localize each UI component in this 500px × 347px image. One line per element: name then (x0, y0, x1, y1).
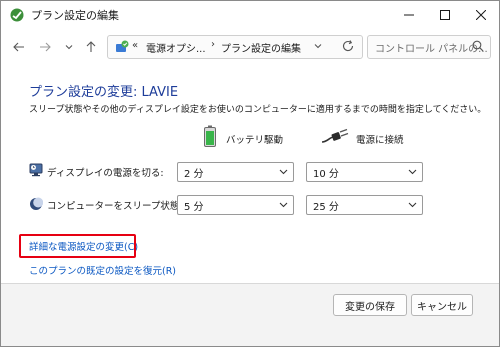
power-options-icon (10, 8, 24, 22)
arrow-right-icon (40, 42, 51, 52)
selected-value: 25 分 (313, 202, 339, 213)
chevron-down-icon (279, 169, 288, 175)
chevron-down-icon (408, 202, 417, 208)
page-title: プラン設定の変更: LAVIE (29, 85, 179, 100)
display-off-plugged-select[interactable]: 10 分 (306, 162, 423, 182)
restore-defaults-link[interactable]: このプランの既定の設定を復元(R) (29, 263, 176, 277)
breadcrumb-power-options[interactable]: 電源オプシ... (146, 40, 206, 55)
arrow-up-icon (86, 41, 96, 52)
sleep-battery-select[interactable]: 5 分 (177, 195, 294, 215)
chevron-down-icon (65, 45, 73, 50)
close-button[interactable] (463, 1, 499, 29)
breadcrumb-separator[interactable]: › (211, 39, 215, 50)
title-bar: プラン設定の編集 (1, 1, 499, 29)
back-button[interactable] (11, 39, 27, 55)
selected-value: 2 分 (184, 169, 204, 180)
up-button[interactable] (83, 39, 99, 55)
minimize-icon (404, 14, 414, 16)
forward-button[interactable] (37, 39, 53, 55)
selected-value: 10 分 (313, 169, 339, 180)
battery-icon (204, 125, 216, 147)
monitor-icon (29, 163, 43, 177)
moon-icon (30, 197, 43, 210)
breadcrumb-edit-plan[interactable]: プラン設定の編集 (221, 40, 301, 55)
selected-value: 5 分 (184, 202, 204, 213)
chevron-down-icon (279, 202, 288, 208)
arrow-left-icon (13, 42, 24, 52)
address-overflow[interactable]: « (132, 40, 138, 51)
maximize-icon (440, 10, 450, 20)
close-icon (476, 10, 486, 20)
search-box[interactable]: コントロール パネルの... (367, 35, 491, 59)
plugged-in-column-label: 電源に接続 (356, 135, 404, 146)
maximize-button[interactable] (427, 1, 463, 29)
chevron-down-icon (408, 169, 417, 175)
chevron-down-icon[interactable] (313, 41, 323, 51)
page-description: スリープ状態やその他のディスプレイ設定をお使いのコンピューターに適用するまでの時… (29, 105, 487, 115)
cancel-button[interactable]: キャンセル (411, 294, 473, 316)
display-off-battery-select[interactable]: 2 分 (177, 162, 294, 182)
battery-column-label: バッテリ駆動 (226, 135, 284, 146)
recent-locations-button[interactable] (61, 39, 77, 55)
footer-bar: 変更の保存 キャンセル (1, 283, 499, 346)
control-panel-icon (116, 40, 129, 52)
save-button[interactable]: 変更の保存 (333, 294, 407, 316)
display-off-label: ディスプレイの電源を切る: (47, 168, 164, 179)
refresh-icon[interactable] (341, 39, 355, 53)
highlight-box (19, 234, 136, 258)
power-plug-icon (321, 128, 349, 143)
edit-plan-window: プラン設定の編集 « 電源オプシ... › プラン設定の編集 コントロール パネ… (0, 0, 500, 347)
minimize-button[interactable] (391, 1, 427, 29)
sleep-plugged-select[interactable]: 25 分 (306, 195, 423, 215)
address-bar[interactable]: « 電源オプシ... › プラン設定の編集 (107, 35, 363, 59)
search-icon[interactable] (472, 40, 484, 52)
search-placeholder[interactable]: コントロール パネルの... (375, 40, 488, 55)
window-title: プラン設定の編集 (31, 9, 119, 22)
